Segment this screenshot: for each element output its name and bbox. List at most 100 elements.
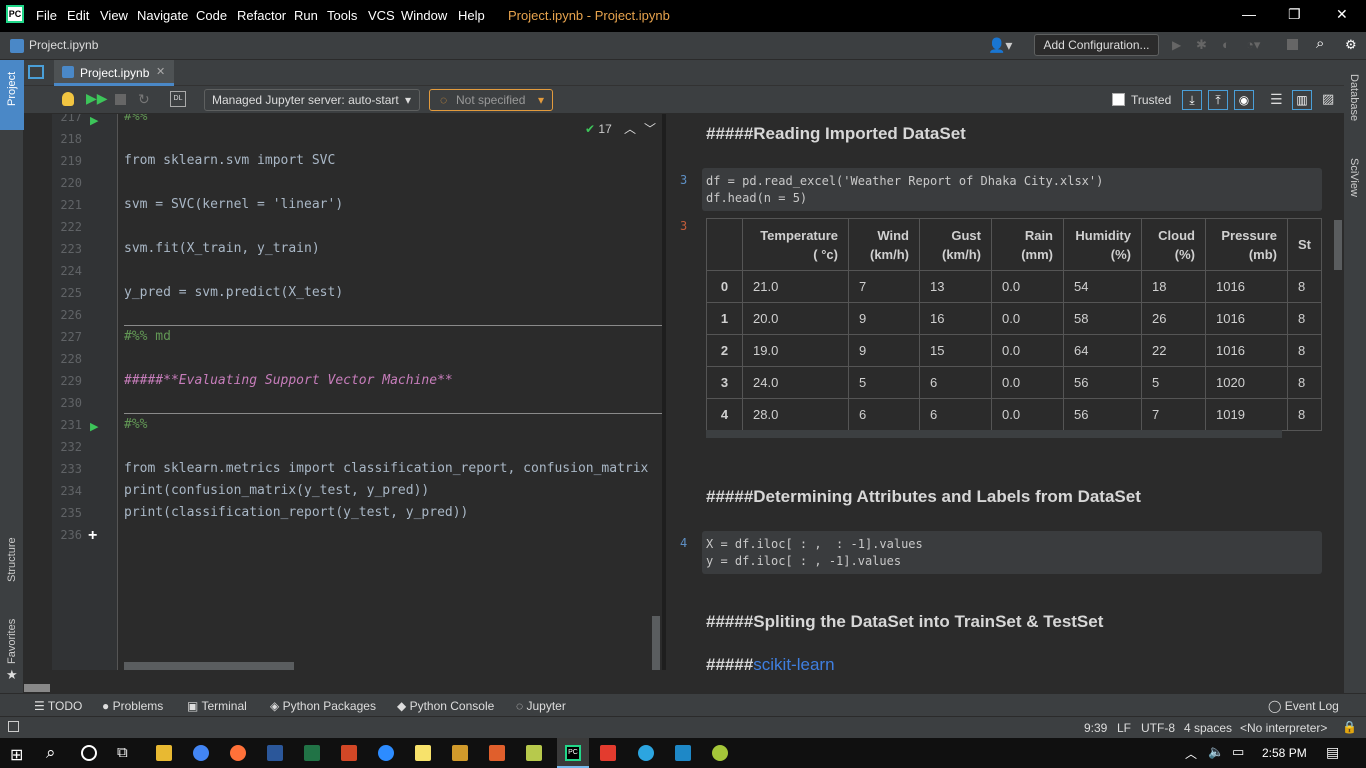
close-tab-icon[interactable]: ✕ <box>156 65 165 78</box>
inspection-widget[interactable]: ✔ 17 <box>585 122 612 136</box>
event-log-tab[interactable]: ◯ Event Log <box>1268 699 1339 713</box>
profile-icon[interactable]: ◔▾ <box>1246 37 1260 53</box>
variables-icon[interactable]: DL <box>170 91 186 107</box>
menu-edit[interactable]: Edit <box>67 8 89 23</box>
jupyter-server-dropdown[interactable]: Managed Jupyter server: auto-start ▾ <box>204 89 420 111</box>
trusted-checkbox[interactable] <box>1112 93 1125 106</box>
lock-icon[interactable]: 🔒 <box>1342 720 1357 734</box>
tab-problems[interactable]: ● Problems <box>102 699 163 713</box>
volume-icon[interactable]: 🔈 <box>1208 744 1224 760</box>
task-view-icon[interactable]: ⧉ <box>117 744 128 761</box>
run-icon[interactable]: ▶ <box>1172 38 1181 52</box>
clock[interactable]: 2:58 PM <box>1262 746 1307 760</box>
structure-tab[interactable]: Structure <box>6 537 18 582</box>
restore-icon[interactable]: ❐ <box>1288 6 1301 23</box>
scikit-learn-link[interactable]: scikit-learn <box>753 655 834 670</box>
pycharm-taskbar-icon[interactable]: PC <box>557 738 589 768</box>
code-cell[interactable]: X = df.iloc[ : , : -1].values y = df.ilo… <box>702 531 1322 574</box>
toggle-tool-windows-icon[interactable] <box>8 721 19 732</box>
add-configuration-button[interactable]: Add Configuration... <box>1034 34 1159 56</box>
network-icon[interactable]: ▭ <box>1232 744 1244 760</box>
debug-icon[interactable]: ✱ <box>1196 37 1207 53</box>
sublime-icon[interactable] <box>452 745 468 761</box>
split-view-icon[interactable] <box>28 65 44 79</box>
interrupt-kernel-icon[interactable] <box>115 94 126 105</box>
next-highlight-icon[interactable]: ﹀ <box>644 120 656 137</box>
chrome-icon[interactable] <box>193 745 209 761</box>
minimize-icon[interactable]: — <box>1242 6 1256 22</box>
line-separator[interactable]: LF <box>1117 721 1131 735</box>
tab-todo[interactable]: ☰ TODO <box>34 699 82 713</box>
excel-icon[interactable] <box>304 745 320 761</box>
sciview-tab[interactable]: SciView <box>1348 158 1360 197</box>
anaconda-icon[interactable] <box>526 745 542 761</box>
preview-sync-icon[interactable]: ◉ <box>1234 90 1254 110</box>
previous-highlight-icon[interactable]: ︿ <box>624 120 636 137</box>
scroll-up-icon[interactable]: ⤒ <box>1208 90 1228 110</box>
powerpoint-icon[interactable] <box>341 745 357 761</box>
user-icon[interactable]: 👤▾ <box>988 37 1012 54</box>
tab-python-console[interactable]: ◆ Python Console <box>397 699 494 713</box>
xampp-icon[interactable] <box>489 745 505 761</box>
scroll-down-icon[interactable]: ⤓ <box>1182 90 1202 110</box>
search-icon[interactable]: ⌕ <box>1316 35 1324 52</box>
menu-window[interactable]: Window <box>401 8 447 23</box>
tab-python-packages[interactable]: ◈ Python Packages <box>270 699 376 713</box>
menu-run[interactable]: Run <box>294 8 318 23</box>
notifications-icon[interactable]: ▤ <box>1326 744 1339 761</box>
telegram-icon[interactable] <box>638 745 654 761</box>
menu-refactor[interactable]: Refactor <box>237 8 286 23</box>
restart-kernel-icon[interactable]: ↻ <box>138 91 150 108</box>
tray-chevron-icon[interactable]: ︿ <box>1185 745 1197 762</box>
horizontal-scrollbar-thumb[interactable] <box>124 662 294 670</box>
app-icon[interactable] <box>675 745 691 761</box>
notepad-icon[interactable] <box>415 745 431 761</box>
menu-vcs[interactable]: VCS <box>368 8 395 23</box>
tab-project-ipynb[interactable]: Project.ipynb ✕ <box>54 60 174 86</box>
vertical-scrollbar-thumb[interactable] <box>1334 220 1342 270</box>
store-icon[interactable] <box>600 745 616 761</box>
favorites-tab[interactable]: Favorites <box>6 619 18 664</box>
vertical-scrollbar-thumb[interactable] <box>652 616 660 670</box>
cortana-icon[interactable] <box>81 745 97 761</box>
horizontal-scrollbar-thumb[interactable] <box>24 684 50 692</box>
menu-tools[interactable]: Tools <box>327 8 357 23</box>
menu-help[interactable]: Help <box>458 8 485 23</box>
add-cell-icon[interactable]: + <box>88 527 97 545</box>
run-all-icon[interactable]: ▶▶ <box>86 90 108 107</box>
search-icon[interactable]: ⌕ <box>46 743 56 763</box>
tab-jupyter[interactable]: ◌ Jupyter <box>516 699 566 713</box>
coverage-icon[interactable]: ◐ <box>1222 37 1230 52</box>
code-editor[interactable]: 217 218 219 220 221 222 223 224 225 226 227 228 229 2… <box>52 114 662 670</box>
word-icon[interactable] <box>267 745 283 761</box>
breadcrumb[interactable]: Project.ipynb <box>29 38 98 52</box>
project-tab[interactable]: Project <box>0 60 24 130</box>
windows-start-icon[interactable]: ⊞ <box>10 745 23 765</box>
editor-only-icon[interactable]: ☰ <box>1270 91 1283 108</box>
interpreter-selector[interactable]: <No interpreter> <box>1240 721 1327 735</box>
menu-navigate[interactable]: Navigate <box>137 8 188 23</box>
file-encoding[interactable]: UTF-8 <box>1141 721 1175 735</box>
teamviewer-icon[interactable] <box>378 745 394 761</box>
settings-icon[interactable]: ⚙ <box>1345 37 1357 53</box>
preview-only-icon[interactable]: ▨ <box>1322 91 1334 107</box>
editor-and-preview-icon[interactable]: ▥ <box>1292 90 1312 110</box>
close-icon[interactable]: ✕ <box>1336 6 1348 23</box>
firefox-icon[interactable] <box>230 745 246 761</box>
indent-setting[interactable]: 4 spaces <box>1184 721 1232 735</box>
stop-icon[interactable] <box>1287 39 1298 50</box>
menu-view[interactable]: View <box>100 8 128 23</box>
lightbulb-icon[interactable] <box>62 92 74 106</box>
menu-file[interactable]: File <box>36 8 57 23</box>
kernel-dropdown[interactable]: ◌ Not specified ▾ <box>429 89 553 111</box>
database-tab[interactable]: Database <box>1348 74 1360 121</box>
table-scrollbar[interactable] <box>706 430 1282 438</box>
run-cell-icon[interactable]: ▶ <box>90 114 98 127</box>
run-cell-icon[interactable]: ▶ <box>90 420 98 433</box>
tab-terminal[interactable]: ▣ Terminal <box>187 699 247 713</box>
caret-position[interactable]: 9:39 <box>1084 721 1107 735</box>
menu-code[interactable]: Code <box>196 8 227 23</box>
file-explorer-icon[interactable] <box>156 745 172 761</box>
code-cell[interactable]: df = pd.read_excel('Weather Report of Dh… <box>702 168 1322 211</box>
android-icon[interactable] <box>712 745 728 761</box>
